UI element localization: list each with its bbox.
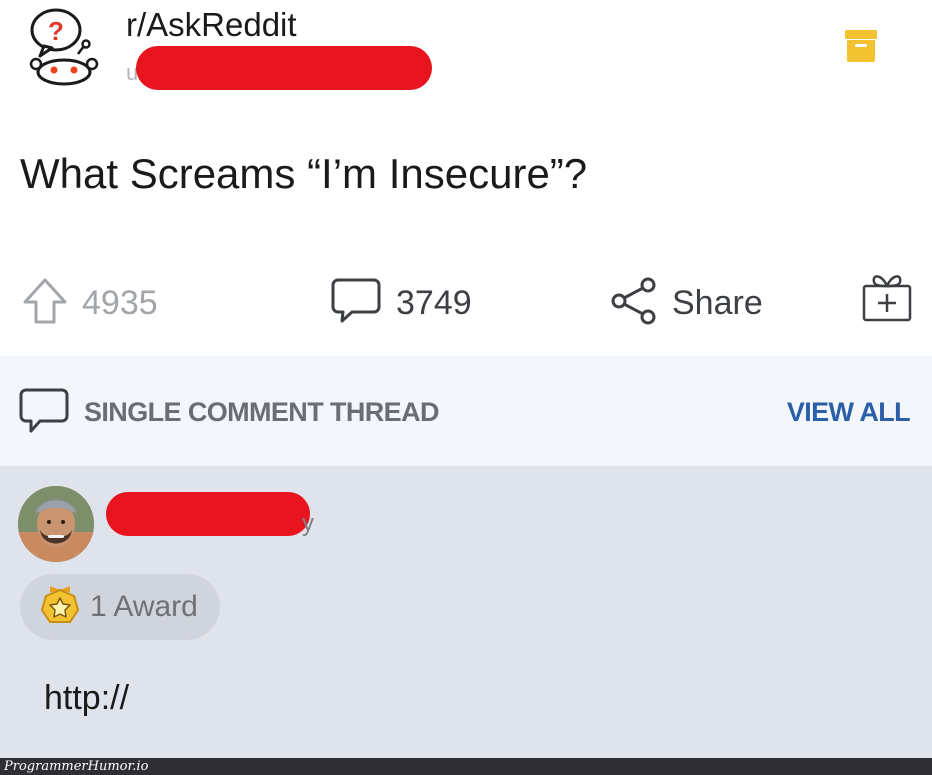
- archive-icon[interactable]: [844, 28, 878, 64]
- award-badge-icon: [40, 584, 80, 631]
- comment-bubble-icon: [18, 386, 70, 436]
- username-redaction: [106, 492, 310, 536]
- reddit-post-screen: ? r/AskReddit u What Screams “I’m Insecu…: [0, 0, 932, 775]
- upvote-arrow-icon: [22, 277, 68, 330]
- svg-text:?: ?: [48, 16, 64, 46]
- share-icon: [610, 276, 658, 331]
- avatar[interactable]: [18, 486, 94, 562]
- single-comment-thread-bar: SINGLE COMMENT THREAD VIEW ALL: [0, 356, 932, 466]
- upvote-count: 4935: [82, 284, 158, 322]
- post-header: ? r/AskReddit u: [0, 0, 932, 130]
- comment: y 1 Award http://: [0, 466, 932, 758]
- watermark-text: ProgrammerHumor.io: [4, 759, 149, 774]
- post-title[interactable]: What Screams “I’m Insecure”?: [20, 148, 587, 200]
- askreddit-snoo-icon[interactable]: ?: [18, 4, 104, 90]
- author-redaction: [136, 46, 432, 90]
- comment-bubble-icon: [330, 277, 382, 330]
- watermark-bar: ProgrammerHumor.io: [0, 758, 932, 775]
- comment-body[interactable]: http://: [44, 678, 129, 718]
- comments-button[interactable]: 3749: [330, 278, 472, 328]
- upvote-button[interactable]: 4935: [22, 278, 158, 328]
- gift-button[interactable]: [860, 274, 914, 324]
- share-label: Share: [672, 284, 763, 322]
- gift-icon: [860, 270, 914, 329]
- comment-count: 3749: [396, 284, 472, 322]
- share-button[interactable]: Share: [610, 276, 763, 331]
- username-tail: y: [302, 510, 314, 537]
- award-label: 1 Award: [90, 590, 198, 623]
- subreddit-name[interactable]: r/AskReddit: [126, 6, 297, 44]
- thread-label: SINGLE COMMENT THREAD: [84, 397, 440, 427]
- view-all-link[interactable]: VIEW ALL: [787, 396, 911, 428]
- post-action-bar: 4935 3749 Share: [0, 262, 932, 348]
- award-pill[interactable]: 1 Award: [20, 574, 220, 640]
